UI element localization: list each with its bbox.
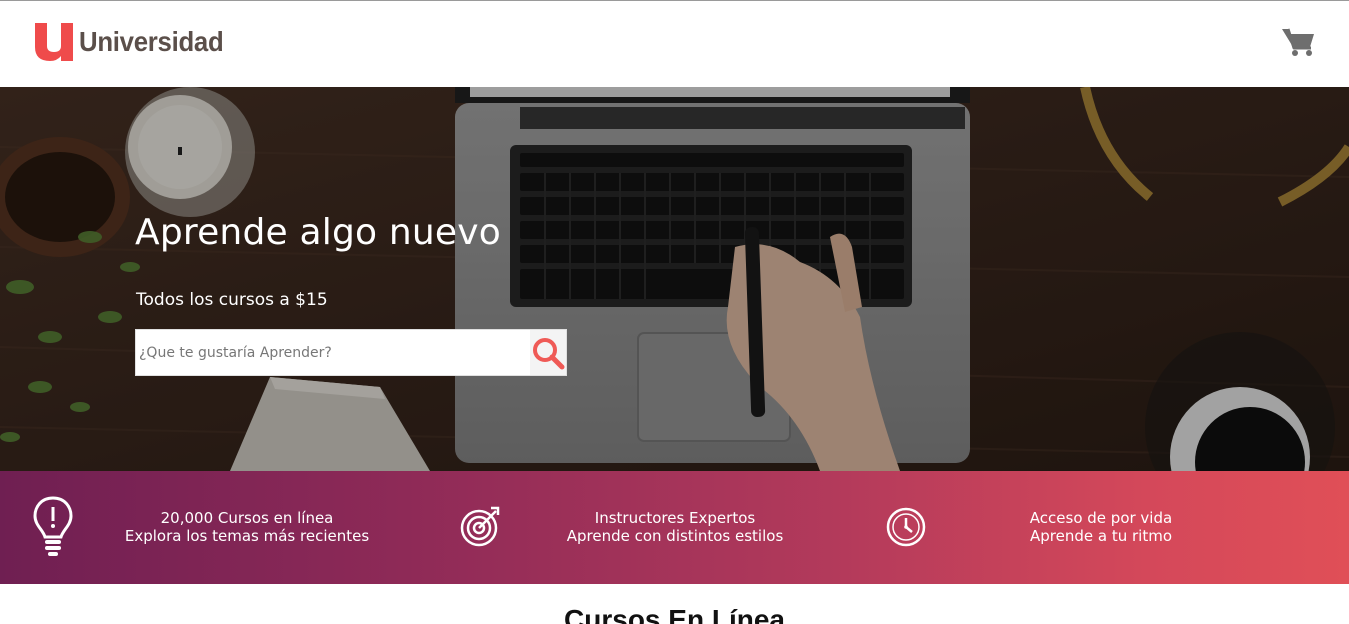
search-button[interactable] [530,330,566,375]
feature-item: 20,000 Cursos en línea Explora los temas… [114,509,380,545]
hero-title: Aprende algo nuevo [135,212,501,253]
search-icon [533,337,565,369]
feature-description: Aprende con distintos estilos [566,527,784,545]
logo[interactable]: Universidad [33,21,236,63]
feature-title: Acceso de por vida [1029,509,1173,527]
feature-title: Instructores Expertos [594,509,756,527]
shopping-cart-icon[interactable] [1281,26,1317,58]
hero-background-image [0,87,1349,471]
feature-description: Aprende a tu ritmo [1030,527,1172,545]
hero-banner: Aprende algo nuevo Todos los cursos a $1… [0,87,1349,471]
features-bar: 20,000 Cursos en línea Explora los temas… [0,471,1349,584]
feature-item: Instructores Expertos Aprende con distin… [555,509,795,545]
lightbulb-icon [33,496,73,556]
feature-item: Acceso de por vida Aprende a tu ritmo [1000,509,1202,545]
feature-description: Explora los temas más recientes [124,527,370,545]
section-title: Cursos En Línea [564,604,785,624]
logo-mark-icon [35,23,73,61]
logo-text: Universidad [79,26,224,57]
target-icon [460,506,500,547]
search-input[interactable] [136,330,530,375]
feature-title: 20,000 Cursos en línea [160,509,334,527]
search-bar [135,329,567,376]
site-header: Universidad [0,1,1349,87]
clock-icon [886,507,926,547]
hero-subtitle: Todos los cursos a $15 [136,290,328,310]
